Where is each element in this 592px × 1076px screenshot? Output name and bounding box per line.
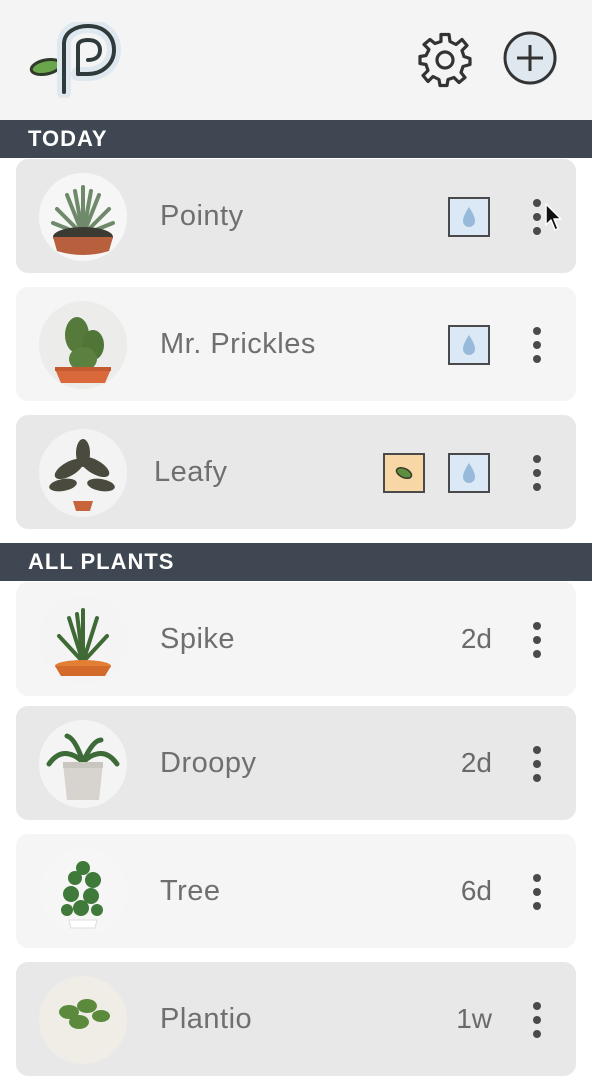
plant-name: Pointy: [160, 200, 244, 232]
plant-avatar: [39, 301, 127, 389]
water-drop-icon: [463, 335, 475, 355]
plant-name: Tree: [160, 875, 221, 907]
plant-avatar: [39, 596, 127, 684]
top-bar: [0, 0, 592, 120]
plant-avatar: [39, 429, 127, 517]
plant-avatar: [39, 173, 127, 261]
water-drop-icon: [463, 207, 475, 227]
water-task-button[interactable]: [448, 325, 490, 365]
leaf-icon: [395, 466, 413, 480]
plant-card-spike[interactable]: Spike 2d: [16, 582, 576, 696]
today-section-header: TODAY: [0, 120, 592, 158]
water-task-button[interactable]: [448, 197, 490, 237]
plant-card-pointy[interactable]: Pointy: [16, 159, 576, 273]
plant-card-mr-prickles[interactable]: Mr. Prickles: [16, 287, 576, 401]
plant-card-leafy[interactable]: Leafy: [16, 415, 576, 529]
plant-name: Plantio: [160, 1003, 253, 1035]
all-plants-section-header: ALL PLANTS: [0, 543, 592, 581]
plant-name: Spike: [160, 623, 236, 655]
fertilize-task-button[interactable]: [383, 453, 425, 493]
water-drop-icon: [463, 463, 475, 483]
days-until-watering: 6d: [460, 875, 492, 906]
plant-menu-button[interactable]: [524, 453, 550, 493]
plant-menu-button[interactable]: [524, 1000, 550, 1040]
plant-menu-button[interactable]: [524, 620, 550, 660]
plant-card-droopy[interactable]: Droopy 2d: [16, 706, 576, 820]
add-plant-button[interactable]: [502, 30, 560, 88]
app-logo-icon: [26, 18, 122, 99]
plant-card-tree[interactable]: Tree 6d: [16, 834, 576, 948]
days-until-watering: 2d: [460, 747, 492, 778]
water-task-button[interactable]: [448, 453, 490, 493]
days-until-watering: 1w: [456, 1003, 492, 1034]
plant-menu-button[interactable]: [524, 872, 550, 912]
mouse-cursor-icon: [545, 203, 563, 233]
plant-name: Droopy: [160, 747, 257, 779]
plant-card-plantio[interactable]: Plantio 1w: [16, 962, 576, 1076]
plant-avatar: [39, 720, 127, 808]
gear-icon: [418, 32, 472, 88]
plant-avatar: [39, 848, 127, 936]
plus-circle-icon: [503, 31, 557, 85]
plant-menu-button[interactable]: [524, 325, 550, 365]
plant-avatar: [39, 976, 127, 1064]
plant-menu-button[interactable]: [524, 744, 550, 784]
plant-name: Leafy: [154, 456, 228, 488]
plant-name: Mr. Prickles: [160, 328, 316, 360]
days-until-watering: 2d: [460, 623, 492, 654]
settings-button[interactable]: [416, 32, 474, 88]
